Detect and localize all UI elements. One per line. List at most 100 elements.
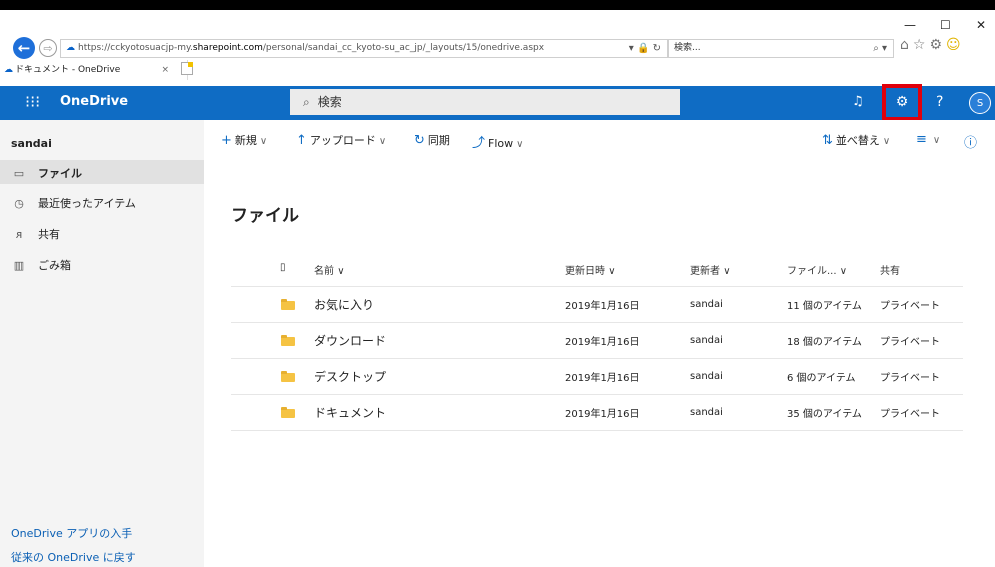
sharing-status: プライベート: [880, 409, 940, 420]
search-icon[interactable]: ⌕ ▾: [873, 40, 887, 57]
item-count: 35 個のアイテム: [787, 409, 862, 420]
chevron-down-icon: ∨: [378, 136, 387, 147]
row-divider: [231, 322, 963, 323]
sort-button[interactable]: ⇅ 並べ替え ∨: [822, 132, 890, 148]
upload-arrow-icon: ↑: [296, 133, 307, 148]
home-icon[interactable]: ⌂: [900, 37, 913, 53]
minimize-button[interactable]: —: [904, 18, 916, 32]
sidebar-item-recycle-bin[interactable]: ▥ ごみ箱: [11, 257, 71, 273]
flow-button[interactable]: ⤴ Flow ∨: [472, 132, 523, 151]
sidebar-item-shared[interactable]: ᴙ 共有: [11, 226, 60, 242]
sidebar-item-label: ファイル: [38, 167, 82, 180]
info-icon: ⓘ: [964, 136, 978, 151]
tab-onedrive-icon: ☁: [4, 65, 13, 75]
file-list-area: ファイル ▯ 名前 ∨ 更新日時 ∨ 更新者 ∨ ファイル... ∨ 共有 お気…: [204, 160, 995, 567]
get-onedrive-app-link[interactable]: OneDrive アプリの入手: [11, 525, 132, 541]
command-bar: + 新規 ∨ ↑ アップロード ∨ ↻ 同期 ⤴ Flow ∨ ⇅ 並べ替え ∨ ≡ ∨ ⓘ: [204, 120, 995, 160]
app-launcher-icon[interactable]: ⁝⁝⁝: [25, 86, 40, 118]
sidebar-item-label: ごみ箱: [38, 259, 71, 272]
modified-date: 2019年1月16日: [565, 373, 640, 384]
modified-by-header-label: 更新者: [690, 266, 720, 277]
sync-label: 同期: [427, 134, 450, 147]
scrollbar[interactable]: [987, 160, 995, 567]
onedrive-header: ⁝⁝⁝ OneDrive ⌕ 検索 ♫ ⚙ ? S: [0, 84, 995, 121]
modified-by: sandai: [690, 335, 723, 346]
clock-icon: ◷: [14, 196, 24, 210]
chevron-down-icon: ∨: [723, 266, 731, 277]
column-header-modified[interactable]: 更新日時 ∨: [565, 262, 616, 277]
new-button[interactable]: + 新規 ∨: [221, 132, 267, 148]
url-host: sharepoint.com: [192, 43, 263, 53]
modified-date: 2019年1月16日: [565, 301, 640, 312]
onedrive-search-input[interactable]: ⌕ 検索: [290, 89, 680, 115]
url-path: /personal/sandai_cc_kyoto-su_ac_jp/_layo…: [262, 43, 545, 53]
column-header-modified-by[interactable]: 更新者 ∨: [690, 262, 731, 277]
chevron-down-icon: ∨: [259, 136, 268, 147]
row-divider: [231, 358, 963, 359]
item-count: 11 個のアイテム: [787, 301, 862, 312]
size-header-label: ファイル...: [787, 266, 837, 277]
sharing-status: プライベート: [880, 373, 940, 384]
column-header-name[interactable]: 名前 ∨: [314, 262, 345, 277]
browser-tab[interactable]: ☁ ドキュメント - OneDrive ×: [0, 60, 188, 80]
folder-icon: [281, 335, 295, 346]
return-to-classic-link[interactable]: 従来の OneDrive に戻す: [11, 549, 136, 565]
flow-icon: ⤴: [472, 136, 486, 151]
onedrive-cloud-icon: ☁: [66, 43, 75, 53]
folder-icon: [281, 371, 295, 382]
upload-button[interactable]: ↑ アップロード ∨: [296, 132, 386, 148]
file-type-header-icon[interactable]: ▯: [280, 262, 286, 273]
new-tab-icon[interactable]: [181, 62, 193, 75]
upload-label: アップロード: [309, 134, 376, 147]
tools-gear-icon[interactable]: ⚙: [929, 37, 946, 53]
maximize-button[interactable]: ☐: [940, 18, 951, 32]
brand-title[interactable]: OneDrive: [60, 86, 128, 118]
trash-icon: ▥: [13, 258, 25, 272]
column-header-sharing[interactable]: 共有: [880, 262, 900, 277]
avatar[interactable]: S: [969, 92, 991, 114]
tab-title: ドキュメント - OneDrive: [15, 65, 121, 75]
sort-label: 並べ替え: [835, 134, 880, 147]
feedback-smiley-icon[interactable]: ☺: [946, 37, 965, 53]
onedrive-search-placeholder: 検索: [317, 95, 342, 109]
view-options-button[interactable]: ≡ ∨: [916, 132, 940, 147]
settings-gear-icon[interactable]: ⚙: [882, 84, 922, 121]
search-icon: ⌕: [303, 95, 310, 109]
sidebar-item-files[interactable]: ▭ ファイル: [11, 165, 82, 181]
folder-icon: [281, 299, 295, 310]
people-icon: ᴙ: [15, 227, 23, 241]
address-bar[interactable]: ☁ https://cckyotosuacjp-my.sharepoint.com…: [60, 39, 668, 58]
lock-refresh-icon[interactable]: ▾ 🔒 ↻: [629, 40, 661, 57]
sidebar-item-label: 共有: [38, 228, 60, 241]
notification-bell-icon[interactable]: ♫: [852, 86, 864, 118]
file-name-link[interactable]: ドキュメント: [314, 404, 386, 421]
sidebar-item-label: 最近使ったアイテム: [38, 197, 136, 210]
close-window-button[interactable]: ✕: [976, 18, 986, 32]
modified-by: sandai: [690, 371, 723, 382]
file-name-link[interactable]: ダウンロード: [314, 332, 386, 349]
column-header-size[interactable]: ファイル... ∨: [787, 262, 847, 277]
sidebar-item-recent[interactable]: ◷ 最近使ったアイテム: [11, 195, 136, 211]
forward-arrow-icon[interactable]: ⇨: [39, 39, 57, 57]
help-icon[interactable]: ?: [936, 86, 943, 118]
folder-icon: ▭: [13, 166, 25, 180]
file-name-link[interactable]: お気に入り: [314, 296, 374, 313]
modified-date: 2019年1月16日: [565, 409, 640, 420]
modified-by: sandai: [690, 407, 723, 418]
browser-search-input[interactable]: 検索... ⌕ ▾: [668, 39, 894, 58]
row-divider: [231, 394, 963, 395]
row-divider: [231, 286, 963, 287]
favorites-star-icon[interactable]: ☆: [913, 37, 930, 53]
modified-by: sandai: [690, 299, 723, 310]
row-divider: [231, 430, 963, 431]
list-view-icon: ≡: [916, 132, 927, 147]
sync-icon: ↻: [414, 133, 425, 148]
browser-window: — ☐ ✕ ← ⇨ ☁ https://cckyotosuacjp-my.shar…: [0, 10, 995, 567]
info-pane-button[interactable]: ⓘ: [964, 132, 980, 151]
tab-close-icon[interactable]: ×: [161, 60, 169, 80]
back-arrow-icon[interactable]: ←: [13, 37, 35, 59]
sync-button[interactable]: ↻ 同期: [414, 132, 450, 148]
file-name-link[interactable]: デスクトップ: [314, 368, 386, 385]
new-label: 新規: [234, 134, 257, 147]
name-header-label: 名前: [314, 266, 334, 277]
